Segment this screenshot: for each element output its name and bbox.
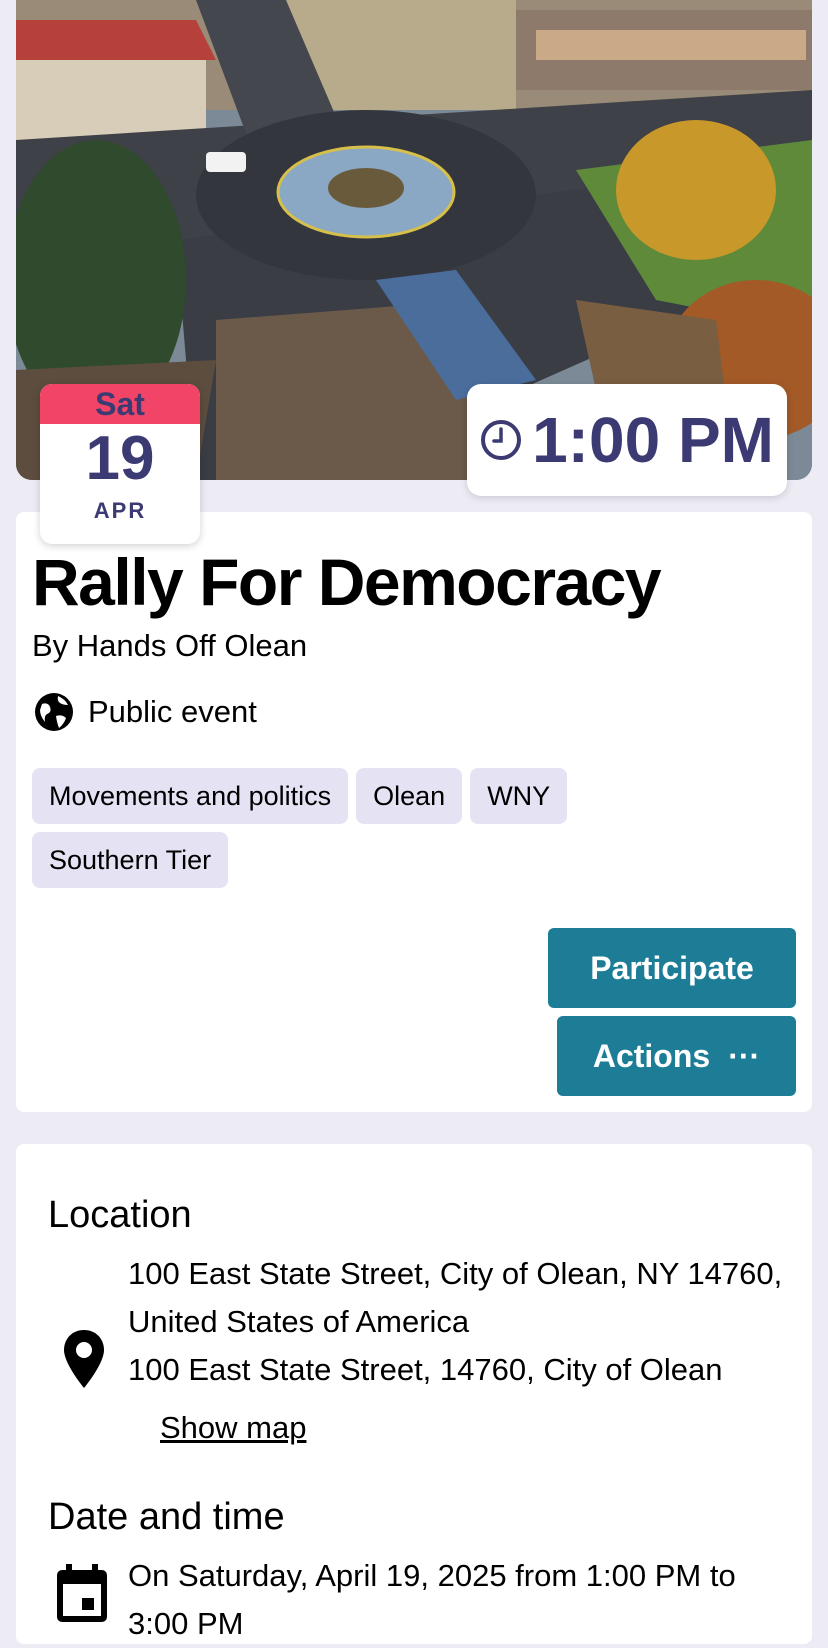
event-details-card: Location 100 East State Street, City of … — [16, 1144, 812, 1644]
tag-wny[interactable]: WNY — [470, 768, 568, 824]
tag-movements-and-politics[interactable]: Movements and politics — [32, 768, 349, 824]
more-dots-icon: ··· — [728, 1037, 761, 1074]
tag-southern-tier[interactable]: Southern Tier — [32, 832, 229, 888]
event-time: 1:00 PM — [532, 404, 774, 476]
event-date-badge: Sat 19 APR — [40, 384, 200, 544]
address-line-2: 100 East State Street, 14760, City of Ol… — [128, 1352, 723, 1387]
date-month: APR — [93, 498, 147, 523]
event-header-card: Rally For Democracy By Hands Off Olean P… — [16, 512, 812, 1112]
actions-label: Actions — [592, 1037, 711, 1074]
location-address: 100 East State Street, City of Olean, NY… — [128, 1250, 788, 1394]
date-day-of-week: Sat — [40, 384, 200, 424]
event-time-badge: 1:00 PM — [467, 384, 787, 496]
event-visibility: Public event — [32, 690, 257, 734]
tag-olean[interactable]: Olean — [356, 768, 463, 824]
event-organizer[interactable]: By Hands Off Olean — [32, 628, 307, 664]
event-tags: Movements and politics Olean WNY Souther… — [32, 768, 652, 888]
actions-button[interactable]: Actions ··· — [557, 1016, 796, 1096]
address-line-1: 100 East State Street, City of Olean, NY… — [128, 1256, 783, 1339]
event-title: Rally For Democracy — [32, 545, 662, 619]
calendar-icon — [57, 1564, 107, 1622]
datetime-heading: Date and time — [48, 1496, 285, 1538]
event-datetime: On Saturday, April 19, 2025 from 1:00 PM… — [128, 1558, 736, 1641]
clock-icon — [481, 420, 522, 460]
participate-button[interactable]: Participate — [548, 928, 796, 1008]
show-map-link[interactable]: Show map — [160, 1410, 306, 1446]
globe-icon — [35, 693, 73, 731]
location-heading: Location — [48, 1194, 192, 1236]
location-pin-icon — [64, 1330, 104, 1388]
visibility-label: Public event — [88, 694, 257, 729]
participate-label: Participate — [590, 949, 754, 986]
date-day-number: 19 — [85, 424, 155, 493]
